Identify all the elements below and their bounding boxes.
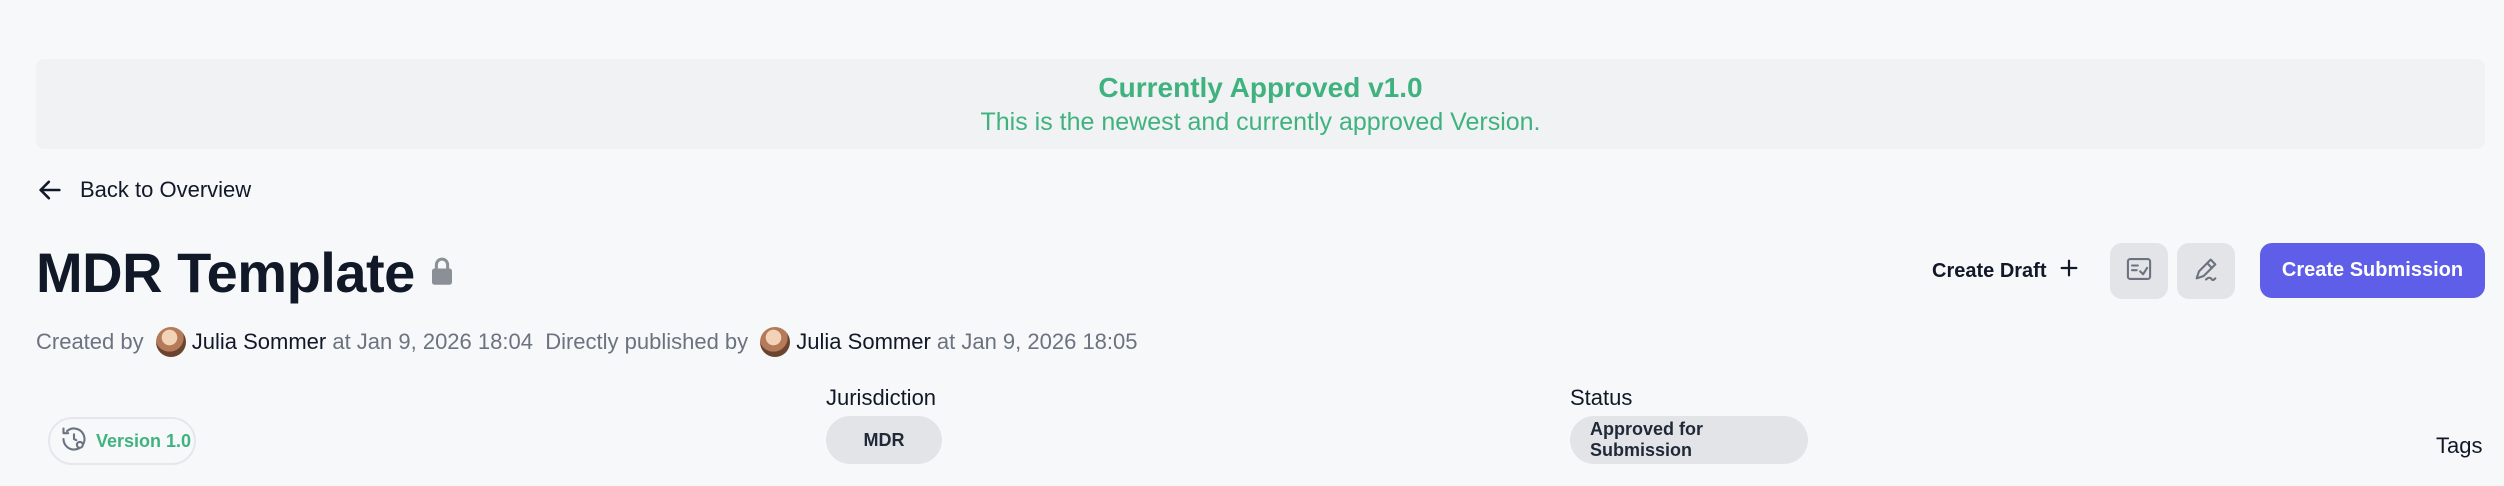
plus-icon [2058,257,2080,285]
publisher-name: Julia Sommer [796,329,931,354]
banner-title: Currently Approved v1.0 [1098,72,1423,103]
create-draft-button[interactable]: Create Draft [1932,254,2080,288]
banner-subtitle: This is the newest and currently approve… [980,108,1541,136]
status-chip: Approved for Submission [1570,416,1808,464]
status-label: Status [1570,385,1633,410]
jurisdiction-label: Jurisdiction [826,385,937,410]
history-settings-icon [60,425,88,458]
avatar [155,327,186,357]
created-at: at Jan 9, 2026 18:04 [326,329,533,354]
create-draft-label: Create Draft [1932,259,2047,282]
jurisdiction-chip: MDR [826,416,942,464]
lock-icon [429,256,455,291]
back-link-label: Back to Overview [80,177,252,202]
published-prefix: Directly published by [545,329,755,354]
sign-button[interactable] [2177,243,2235,299]
version-label: Version 1.0 [96,430,192,451]
checklist-icon [2125,255,2153,288]
arrow-left-icon [36,176,64,204]
page-title: MDR Template [36,241,415,304]
back-to-overview-link[interactable]: Back to Overview [36,173,251,207]
sign-icon [2192,255,2220,288]
approval-banner: Currently Approved v1.0 This is the newe… [36,59,2485,149]
tags-label: Tags [2436,433,2483,458]
title-row: MDR Template [36,240,455,306]
version-badge[interactable]: Version 1.0 [48,417,196,465]
avatar [760,327,791,357]
created-prefix: Created by [36,329,150,354]
create-submission-button[interactable]: Create Submission [2260,243,2485,298]
creator-name: Julia Sommer [191,329,327,354]
created-published-meta: Created by Julia Sommer at Jan 9, 2026 1… [36,326,1138,358]
checklist-button[interactable] [2110,243,2168,299]
published-at: at Jan 9, 2026 18:05 [930,329,1138,354]
